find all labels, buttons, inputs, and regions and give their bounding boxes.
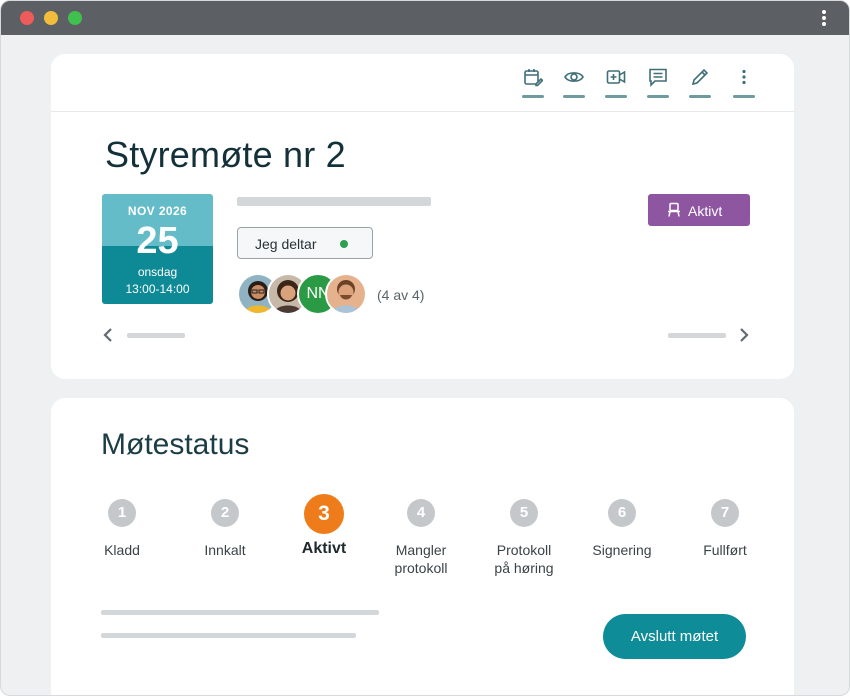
edit-button[interactable] [689,65,711,101]
meeting-date-badge: NOV 2026 25 onsdag 13:00-14:00 [102,194,213,304]
app-window: Styremøte nr 2 NOV 2026 25 onsdag 13:00-… [0,0,850,696]
close-window-button[interactable] [20,11,34,25]
status-stepper: 1 Kladd 2 Innkalt 3 Aktivt 4 Mangler pro… [51,494,794,594]
step-label: Aktivt [301,540,347,557]
title-bar [1,1,849,35]
comments-button[interactable] [647,65,669,101]
eye-icon [564,72,584,82]
step-label: Protokoll på høring [494,542,554,576]
attend-label: Jeg deltar [255,236,317,252]
meeting-card: Styremøte nr 2 NOV 2026 25 onsdag 13:00-… [51,54,794,379]
participant-avatars[interactable]: NN [237,273,377,315]
step-label: Fullført [703,542,747,558]
end-meeting-button[interactable]: Avslutt møtet [603,614,746,659]
date-weekday: onsdag [137,265,178,279]
window-menu-icon[interactable] [821,10,827,26]
more-vertical-icon [742,69,746,85]
avatar [325,273,367,315]
video-add-icon [606,70,626,84]
pencil-icon [691,68,709,86]
step-label: Signering [592,542,652,558]
participant-count: (4 av 4) [377,287,425,303]
comment-icon [649,68,667,87]
view-button[interactable] [563,65,585,101]
loading-placeholder [237,197,431,206]
chevron-right-icon [740,328,749,342]
step-number: 4 [407,499,435,527]
next-button[interactable] [737,327,751,343]
step-number: 1 [108,499,136,527]
maximize-window-button[interactable] [68,11,82,25]
more-options-button[interactable] [733,65,755,101]
add-video-button[interactable] [605,65,627,101]
loading-placeholder [101,633,356,638]
attend-toggle-button[interactable]: Jeg deltar [237,227,373,259]
step-number: 6 [608,499,636,527]
section-title: Møtestatus [101,428,250,461]
step-number: 5 [510,499,538,527]
loading-placeholder [127,333,185,338]
step-label: Kladd [104,542,140,558]
minimize-window-button[interactable] [44,11,58,25]
step-number: 2 [211,499,239,527]
step-number: 3 [304,494,344,534]
date-month-year: NOV 2026 [127,204,188,218]
previous-button[interactable] [101,327,115,343]
loading-placeholder [668,333,726,338]
meeting-toolbar [51,54,794,112]
chevron-left-icon [103,328,112,342]
meeting-status-badge[interactable]: Aktivt [648,194,750,226]
status-label: Aktivt [688,203,723,219]
edit-schedule-button[interactable] [522,65,544,101]
date-day: 25 [136,220,179,262]
meeting-title: Styremøte nr 2 [105,134,346,175]
attend-status-dot [340,240,348,248]
step-label: Mangler protokoll [394,542,448,576]
loading-placeholder [101,610,379,615]
calendar-edit-icon [524,69,543,87]
meeting-status-card: Møtestatus 1 Kladd 2 Innkalt 3 Aktivt 4 … [51,398,794,695]
meeting-time: 13:00-14:00 [125,282,190,296]
chair-icon [668,202,680,217]
step-number: 7 [711,499,739,527]
step-label: Innkalt [204,542,246,558]
